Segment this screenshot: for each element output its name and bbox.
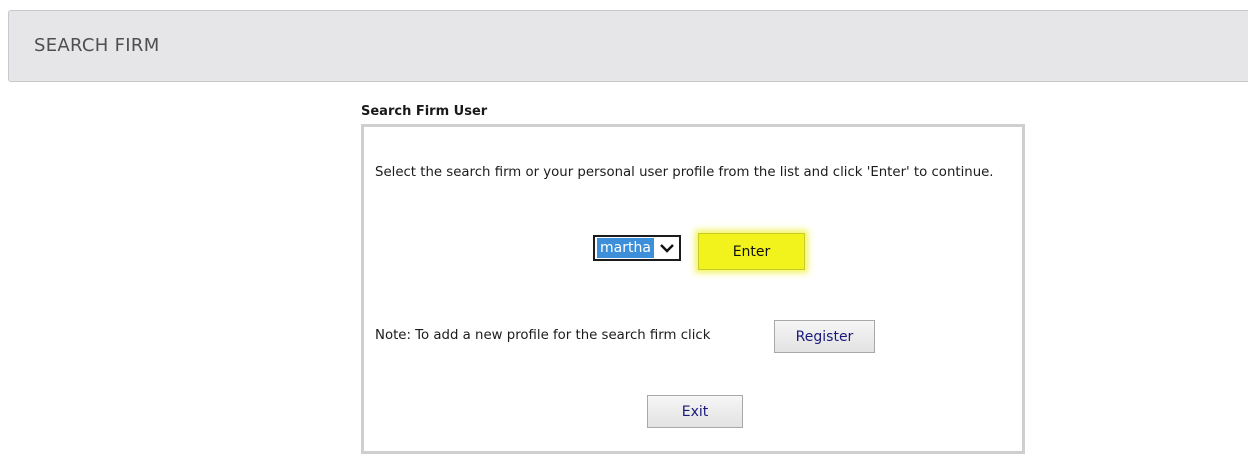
exit-button[interactable]: Exit bbox=[647, 395, 743, 428]
register-button[interactable]: Register bbox=[774, 320, 875, 353]
enter-button[interactable]: Enter bbox=[698, 233, 805, 270]
profile-select-value: martha bbox=[597, 238, 654, 258]
page-title: SEARCH FIRM bbox=[34, 35, 160, 56]
profile-select[interactable]: martha bbox=[593, 235, 681, 261]
register-note: Note: To add a new profile for the searc… bbox=[375, 328, 711, 343]
chevron-down-icon bbox=[658, 239, 676, 257]
search-firm-panel: Select the search firm or your personal … bbox=[361, 124, 1025, 454]
section-label: Search Firm User bbox=[361, 104, 488, 119]
instructions-text: Select the search firm or your personal … bbox=[375, 165, 994, 180]
page-header: SEARCH FIRM bbox=[8, 10, 1248, 82]
